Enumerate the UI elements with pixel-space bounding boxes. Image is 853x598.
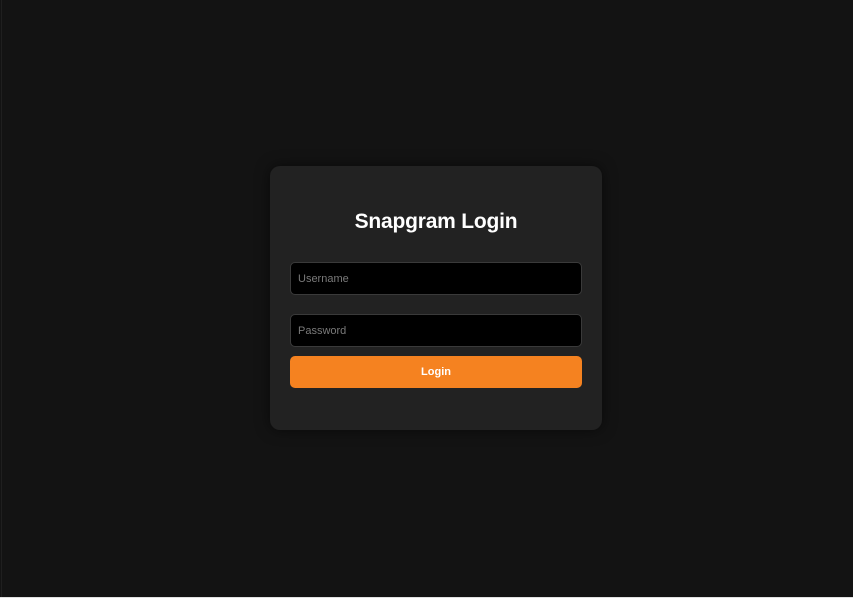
password-input[interactable] bbox=[290, 314, 582, 347]
login-button[interactable]: Login bbox=[290, 356, 582, 388]
login-card: Snapgram Login Login bbox=[270, 166, 602, 430]
login-title: Snapgram Login bbox=[354, 210, 518, 233]
username-input[interactable] bbox=[290, 262, 582, 295]
page-background: Snapgram Login Login bbox=[1, 0, 853, 597]
